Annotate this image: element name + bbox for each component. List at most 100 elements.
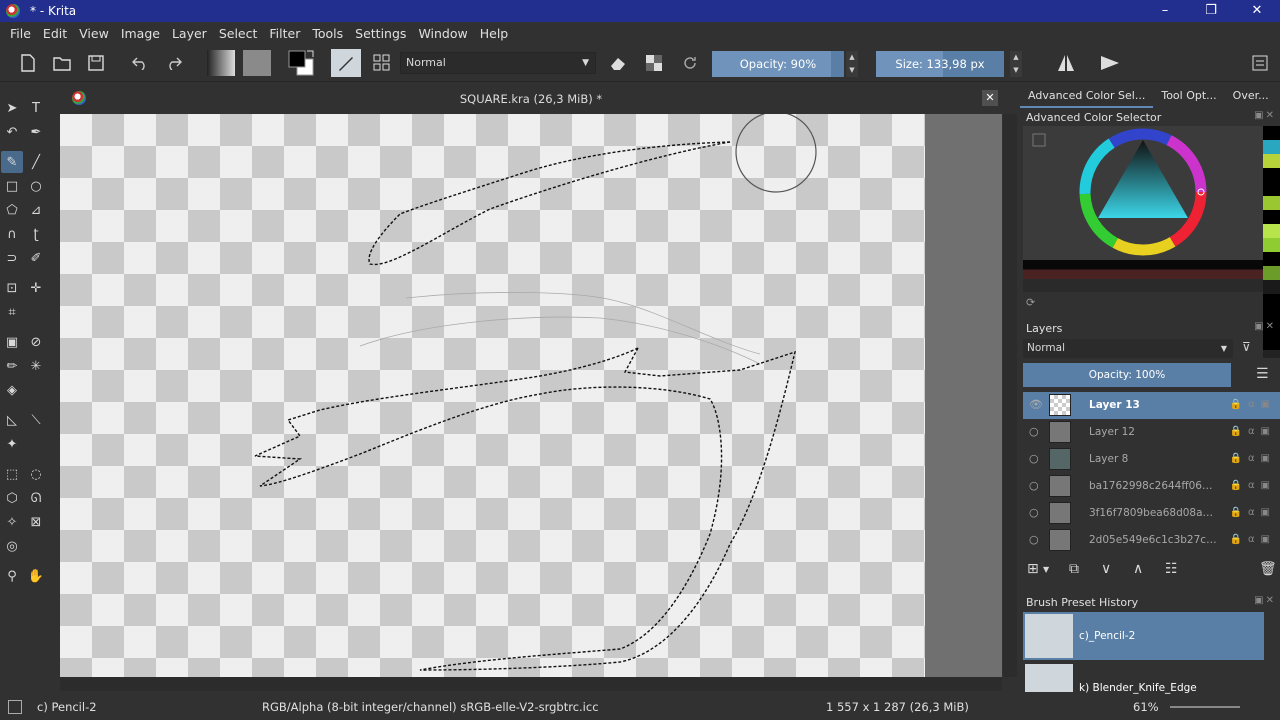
tab-tool-options[interactable]: Tool Opt... xyxy=(1153,84,1224,108)
gradient-tool-icon[interactable]: ▣ xyxy=(1,331,23,353)
layer-row[interactable]: 👁 Layer 13 🔒α▣ xyxy=(1023,392,1280,419)
pan-tool-icon[interactable]: ✋ xyxy=(25,565,47,587)
menu-edit[interactable]: Edit xyxy=(37,26,73,41)
layer-filter-icon[interactable]: ⊽ xyxy=(1242,340,1251,354)
add-layer-icon[interactable]: ⊞ xyxy=(1027,561,1039,577)
layer-row[interactable]: ○ 3f16f7809bea68d08a199a78... 🔒α▣ xyxy=(1023,500,1280,527)
brush-preset-item[interactable]: k) Blender_Knife_Edge xyxy=(1023,662,1264,694)
open-folder-icon[interactable] xyxy=(50,50,74,76)
layer-blend-select[interactable]: Normal ▼ xyxy=(1023,339,1233,358)
tab-overview[interactable]: Over... xyxy=(1225,84,1277,108)
close-window-button[interactable]: ✕ xyxy=(1234,0,1280,22)
bezier-tool-icon[interactable]: ∩ xyxy=(1,223,23,245)
menu-image[interactable]: Image xyxy=(115,26,166,41)
layer-row[interactable]: ○ Layer 12 🔒α▣ xyxy=(1023,419,1280,446)
fill-smart-icon[interactable]: ✳ xyxy=(25,355,47,377)
rect-select-icon[interactable]: ⬚ xyxy=(1,463,23,485)
menu-window[interactable]: Window xyxy=(412,26,473,41)
rectangle-tool-icon[interactable]: □ xyxy=(1,175,23,197)
vertical-scrollbar[interactable] xyxy=(1003,114,1017,677)
brush-history-float-close-icon[interactable]: ▣✕ xyxy=(1254,595,1276,606)
duplicate-layer-icon[interactable]: ⧉ xyxy=(1069,561,1079,577)
menu-settings[interactable]: Settings xyxy=(349,26,412,41)
layer-properties-sliders-icon[interactable]: ☷ xyxy=(1165,561,1178,577)
brush-preset-icon[interactable] xyxy=(330,49,362,77)
mirror-horizontal-icon[interactable] xyxy=(1052,50,1080,76)
menu-filter[interactable]: Filter xyxy=(263,26,306,41)
undo-icon[interactable] xyxy=(128,50,152,76)
tab-advanced-color-selector[interactable]: Advanced Color Sel... xyxy=(1020,84,1154,108)
visibility-eye-icon[interactable]: ○ xyxy=(1029,425,1043,439)
contiguous-select-icon[interactable]: ✧ xyxy=(1,511,23,533)
visibility-eye-icon[interactable]: 👁 xyxy=(1029,398,1043,412)
reset-color-icon[interactable]: ⟳ xyxy=(1026,296,1035,309)
preserve-alpha-icon[interactable] xyxy=(642,50,666,76)
visibility-eye-icon[interactable]: ○ xyxy=(1029,533,1043,547)
docker-float-close-icon[interactable]: ▣✕ xyxy=(1254,110,1276,121)
layer-lock-alpha-icon[interactable]: 🔒α▣ xyxy=(1230,507,1277,518)
move-layer-up-icon[interactable]: ∧ xyxy=(1133,561,1143,577)
close-document-button[interactable]: ✕ xyxy=(982,90,998,106)
freehand-select-icon[interactable]: ᘏ xyxy=(25,487,47,509)
layer-lock-alpha-icon[interactable]: 🔒α▣ xyxy=(1230,534,1277,545)
zoom-slider[interactable] xyxy=(1170,706,1240,708)
maximize-button[interactable]: ❐ xyxy=(1188,0,1234,22)
color-history-bar[interactable] xyxy=(1023,260,1263,292)
canvas[interactable] xyxy=(60,114,1002,677)
horizontal-scrollbar[interactable] xyxy=(60,677,1002,691)
minimize-button[interactable]: – xyxy=(1142,0,1188,22)
color-wheel-area[interactable] xyxy=(1023,126,1263,260)
layer-lock-alpha-icon[interactable]: 🔒α▣ xyxy=(1230,480,1277,491)
gradient-icon[interactable] xyxy=(206,50,236,76)
layer-row[interactable]: ○ Layer 8 🔒α▣ xyxy=(1023,446,1280,473)
multibrush-icon[interactable]: ✐ xyxy=(25,247,47,269)
menu-file[interactable]: File xyxy=(4,26,37,41)
visibility-eye-icon[interactable]: ○ xyxy=(1029,479,1043,493)
redo-icon[interactable] xyxy=(162,50,186,76)
ellipse-select-icon[interactable]: ◌ xyxy=(25,463,47,485)
bezier-select-icon[interactable]: ◎ xyxy=(1,535,23,557)
layer-lock-alpha-icon[interactable]: 🔒α▣ xyxy=(1230,426,1277,437)
menu-layer[interactable]: Layer xyxy=(166,26,213,41)
panel-toggle-icon[interactable] xyxy=(1248,50,1272,76)
menu-help[interactable]: Help xyxy=(474,26,515,41)
ellipse-tool-icon[interactable]: ○ xyxy=(25,175,47,197)
menu-select[interactable]: Select xyxy=(213,26,264,41)
layer-opacity-slider[interactable]: Opacity: 100% xyxy=(1023,363,1231,387)
measure-tool-icon[interactable]: ⟍ xyxy=(25,409,47,431)
move-layer-down-icon[interactable]: ∨ xyxy=(1101,561,1111,577)
polygon-select-icon[interactable]: ⬡ xyxy=(1,487,23,509)
pattern-icon[interactable] xyxy=(242,50,272,76)
opacity-slider[interactable]: Opacity: 90% xyxy=(712,51,844,77)
size-spin-icon[interactable]: ▲ ▼ xyxy=(1010,51,1022,77)
fg-bg-color-icon[interactable] xyxy=(286,50,316,76)
color-picker-icon[interactable]: ⊘ xyxy=(25,331,47,353)
smart-patch-icon[interactable]: ✏ xyxy=(1,355,23,377)
edit-shapes-icon[interactable]: ↶ xyxy=(1,121,23,143)
freehand-path-icon[interactable]: ʈ xyxy=(25,223,47,245)
polygon-tool-icon[interactable]: ⬠ xyxy=(1,199,23,221)
fill-bucket-icon[interactable]: ◈ xyxy=(1,379,23,401)
freehand-brush-icon[interactable]: ✎ xyxy=(1,151,23,173)
blend-mode-select[interactable]: Normal ▼ xyxy=(400,52,596,74)
layers-float-close-icon[interactable]: ▣✕ xyxy=(1254,321,1276,332)
text-tool-icon[interactable]: T xyxy=(25,97,47,119)
reload-preset-icon[interactable] xyxy=(678,50,702,76)
brush-preset-item[interactable]: c)_Pencil-2 xyxy=(1023,612,1264,660)
mirror-vertical-icon[interactable] xyxy=(1096,50,1124,76)
assistant-tool-icon[interactable]: ◺ xyxy=(1,409,23,431)
size-slider[interactable]: Size: 133,98 px xyxy=(876,51,1004,77)
eraser-icon[interactable] xyxy=(606,50,630,76)
dynamic-brush-icon[interactable]: ⊃ xyxy=(1,247,23,269)
layer-row[interactable]: ○ ba1762998c2644ff06b7d5f1... 🔒α▣ xyxy=(1023,473,1280,500)
move-tool-icon[interactable]: ✛ xyxy=(25,277,47,299)
calligraphy-icon[interactable]: ✒ xyxy=(25,121,47,143)
opacity-spin-icon[interactable]: ▲ ▼ xyxy=(846,51,858,77)
save-icon[interactable] xyxy=(84,50,108,76)
reference-tool-icon[interactable]: ✦ xyxy=(1,433,23,455)
workspace-grid-icon[interactable] xyxy=(370,50,394,76)
chevron-down-icon[interactable]: ▼ xyxy=(1043,565,1049,574)
layer-properties-icon[interactable]: ☰ xyxy=(1256,366,1269,382)
new-document-icon[interactable] xyxy=(16,50,40,76)
delete-layer-icon[interactable]: 🗑 xyxy=(1259,561,1277,577)
